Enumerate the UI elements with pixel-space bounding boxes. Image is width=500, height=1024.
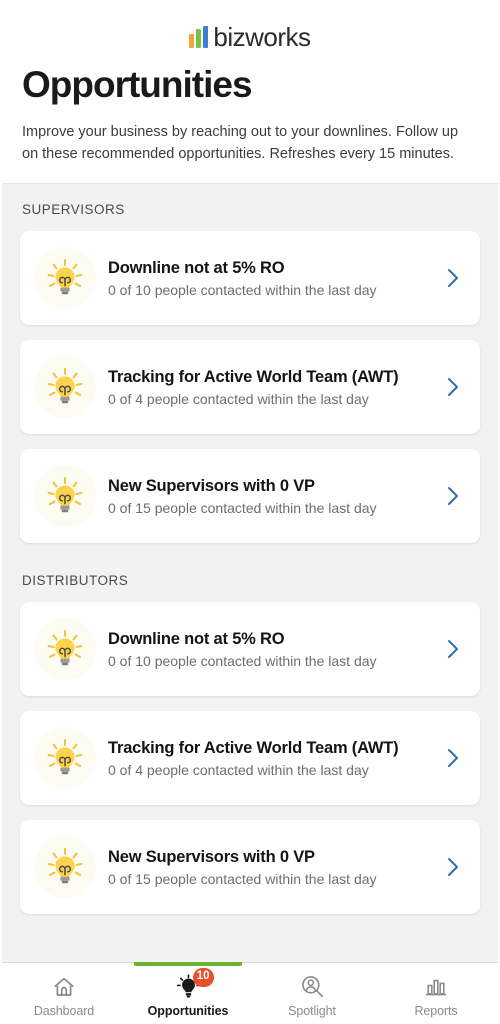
opportunity-title: Tracking for Active World Team (AWT) bbox=[108, 738, 399, 757]
opportunity-card-body: Tracking for Active World Team (AWT) 0 o… bbox=[108, 367, 440, 409]
opportunity-title: Downline not at 5% RO bbox=[108, 629, 285, 648]
opportunity-card[interactable]: Downline not at 5% RO 0 of 10 people con… bbox=[20, 231, 480, 326]
bottom-navigation[interactable]: Dashboard 10 Opportunities Spotlight Reports bbox=[2, 962, 498, 1024]
opportunity-card[interactable]: Downline not at 5% RO 0 of 10 people con… bbox=[20, 602, 480, 697]
chevron-right-icon[interactable] bbox=[440, 637, 466, 661]
lightbulb-icon: 10 bbox=[176, 967, 214, 1000]
chevron-right-icon[interactable] bbox=[440, 855, 466, 879]
tab-dashboard[interactable]: Dashboard bbox=[2, 963, 126, 1024]
tab-label: Reports bbox=[414, 1003, 458, 1018]
lightbulb-icon bbox=[34, 356, 96, 419]
opportunity-section-distributors: DISTRIBUTORS Downline not at 5% RO 0 of … bbox=[2, 573, 498, 915]
opportunity-section-supervisors: SUPERVISORS Downline not at 5% RO 0 of 1… bbox=[2, 202, 498, 544]
logo-bar-orange bbox=[189, 34, 195, 48]
opportunity-subtitle: 0 of 10 people contacted within the last… bbox=[108, 282, 377, 299]
chevron-right-icon[interactable] bbox=[440, 484, 466, 508]
opportunity-subtitle: 0 of 15 people contacted within the last… bbox=[108, 500, 377, 517]
opportunity-card[interactable]: Tracking for Active World Team (AWT) 0 o… bbox=[20, 340, 480, 435]
opportunity-card[interactable]: New Supervisors with 0 VP 0 of 15 people… bbox=[20, 820, 480, 915]
tab-opportunities[interactable]: 10 Opportunities bbox=[126, 962, 250, 1024]
lightbulb-icon bbox=[34, 727, 96, 790]
opportunity-card-body: Downline not at 5% RO 0 of 10 people con… bbox=[108, 258, 440, 300]
opportunity-title: Downline not at 5% RO bbox=[108, 258, 285, 277]
logo-wordmark: bizworks bbox=[213, 21, 311, 52]
opportunity-card-body: New Supervisors with 0 VP 0 of 15 people… bbox=[108, 847, 440, 889]
section-title: DISTRIBUTORS bbox=[22, 573, 129, 589]
tab-spotlight[interactable]: Spotlight bbox=[250, 963, 374, 1024]
opportunities-list[interactable]: SUPERVISORS Downline not at 5% RO 0 of 1… bbox=[2, 184, 498, 962]
opportunity-card[interactable]: Tracking for Active World Team (AWT) 0 o… bbox=[20, 711, 480, 806]
section-card-list: Downline not at 5% RO 0 of 10 people con… bbox=[20, 602, 480, 915]
opportunity-title: New Supervisors with 0 VP bbox=[108, 476, 315, 495]
opportunity-title: Tracking for Active World Team (AWT) bbox=[108, 367, 399, 386]
tab-label: Spotlight bbox=[288, 1003, 336, 1018]
bar-chart-icon bbox=[424, 974, 448, 1000]
tab-label: Opportunities bbox=[147, 1003, 229, 1018]
lightbulb-icon bbox=[34, 836, 96, 899]
tab-badge-count: 10 bbox=[192, 967, 214, 987]
chevron-right-icon[interactable] bbox=[440, 266, 466, 290]
active-tab-indicator bbox=[134, 962, 242, 966]
lightbulb-icon bbox=[34, 247, 96, 310]
chevron-right-icon[interactable] bbox=[440, 746, 466, 770]
opportunity-subtitle: 0 of 10 people contacted within the last… bbox=[108, 653, 377, 670]
opportunity-subtitle: 0 of 4 people contacted within the last … bbox=[108, 762, 369, 779]
lightbulb-icon bbox=[34, 618, 96, 681]
opportunity-card-body: Tracking for Active World Team (AWT) 0 o… bbox=[108, 738, 440, 780]
tab-reports[interactable]: Reports bbox=[374, 963, 498, 1024]
opportunity-card-body: New Supervisors with 0 VP 0 of 15 people… bbox=[108, 476, 440, 518]
lightbulb-icon bbox=[34, 465, 96, 528]
person-search-icon bbox=[300, 974, 325, 1000]
opportunity-card[interactable]: New Supervisors with 0 VP 0 of 15 people… bbox=[20, 449, 480, 544]
opportunity-subtitle: 0 of 15 people contacted within the last… bbox=[108, 871, 377, 888]
opportunity-title: New Supervisors with 0 VP bbox=[108, 847, 315, 866]
opportunity-card-body: Downline not at 5% RO 0 of 10 people con… bbox=[108, 629, 440, 671]
page-description: Improve your business by reaching out to… bbox=[22, 123, 459, 163]
section-card-list: Downline not at 5% RO 0 of 10 people con… bbox=[20, 231, 480, 544]
section-title: SUPERVISORS bbox=[22, 202, 125, 218]
opportunity-subtitle: 0 of 4 people contacted within the last … bbox=[108, 391, 369, 408]
home-icon bbox=[52, 974, 76, 1000]
page-header: bizworks Opportunities Improve your busi… bbox=[2, 0, 498, 185]
logo-bars-icon bbox=[189, 26, 209, 48]
logo-bar-green bbox=[196, 29, 202, 48]
chevron-right-icon[interactable] bbox=[440, 375, 466, 399]
page-title: Opportunities bbox=[22, 64, 253, 105]
app-logo: bizworks bbox=[22, 22, 478, 52]
tab-label: Dashboard bbox=[33, 1003, 95, 1018]
app-screen: bizworks Opportunities Improve your busi… bbox=[0, 0, 500, 1024]
logo-bar-blue bbox=[203, 26, 209, 48]
